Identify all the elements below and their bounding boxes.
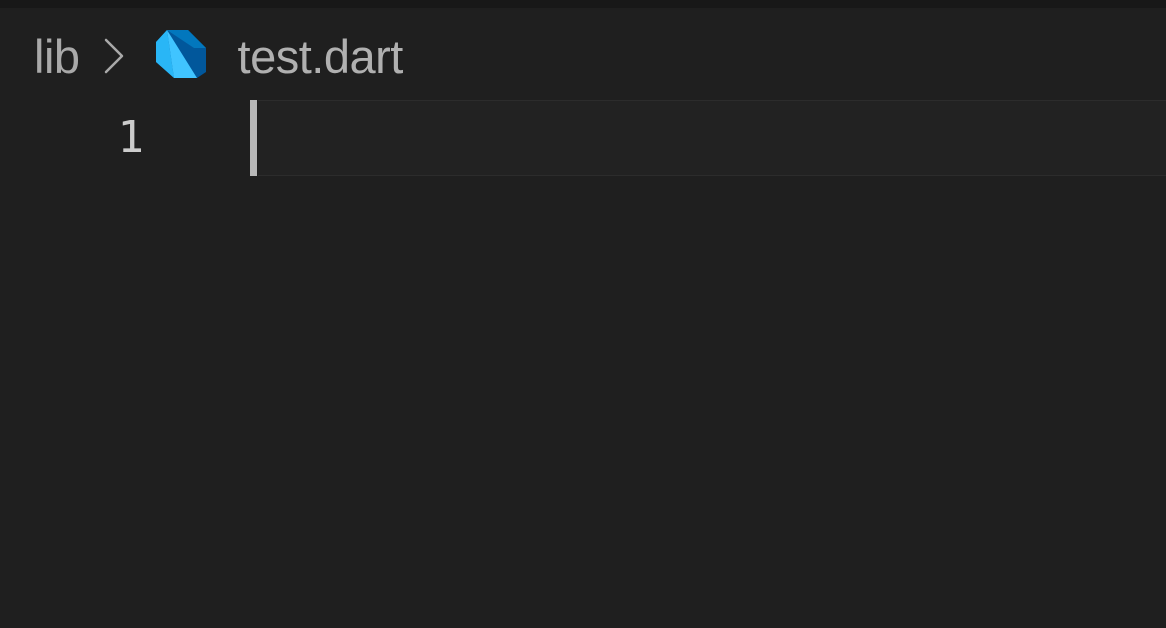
code-editor[interactable]: lib test.dart 1 <box>0 0 1166 628</box>
tab-bar-edge <box>0 0 1166 8</box>
line-number: 1 <box>117 112 145 163</box>
breadcrumb: lib test.dart <box>34 24 403 88</box>
dart-icon <box>148 24 212 88</box>
current-line-highlight <box>258 100 1166 176</box>
chevron-right-icon <box>102 36 126 76</box>
breadcrumb-file[interactable]: test.dart <box>238 29 404 84</box>
breadcrumb-folder[interactable]: lib <box>34 29 80 84</box>
text-cursor <box>250 100 257 176</box>
editor-line[interactable]: 1 <box>0 100 1166 176</box>
